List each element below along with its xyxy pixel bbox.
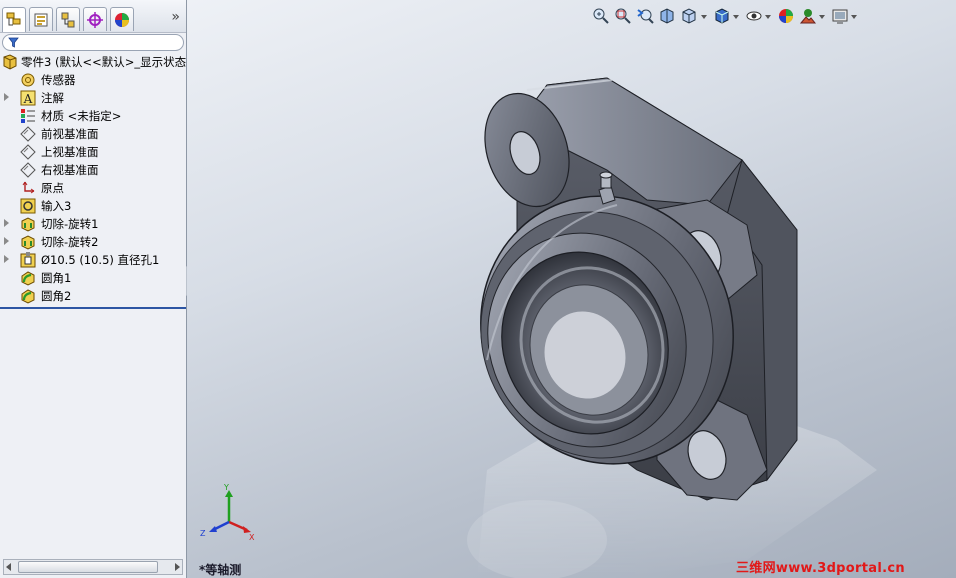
fillet-icon xyxy=(21,289,35,304)
feature-manager-panel: » 零件3 (默认<<默认>_显示状态 传感器 A 注解 材质 <未指定> 前视… xyxy=(0,0,187,578)
feature-manager-tabbar: » xyxy=(0,0,186,33)
display-manager-icon xyxy=(115,12,129,27)
propertymanager-tab[interactable] xyxy=(29,7,53,31)
tree-root-label: 零件3 (默认<<默认>_显示状态 xyxy=(21,55,187,69)
tree-item-label: 切除-旋转1 xyxy=(41,217,99,231)
filter-icon xyxy=(8,37,19,48)
triad-y-label: Y xyxy=(223,483,229,492)
current-view-label: *等轴测 xyxy=(199,563,242,577)
tree-item-label: 右视基准面 xyxy=(41,163,99,177)
tree-item-label: Ø10.5 (10.5) 直径孔1 xyxy=(41,253,160,267)
scroll-right-icon[interactable] xyxy=(175,563,180,571)
fillet-icon xyxy=(21,271,35,286)
dimxpert-tab[interactable] xyxy=(83,7,107,31)
triad-x-label: X xyxy=(249,533,255,542)
tree-item-label: 传感器 xyxy=(41,73,76,87)
plane-icon xyxy=(20,126,36,142)
tree-item-front-plane[interactable]: 前视基准面 xyxy=(0,125,186,143)
imported-body-icon xyxy=(20,198,36,214)
tree-item-cut-revolve-1[interactable]: 切除-旋转1 xyxy=(0,215,186,233)
plane-icon xyxy=(20,162,36,178)
configuration-manager-icon xyxy=(61,12,75,27)
watermark: 三维网www.3dportal.cn xyxy=(736,561,905,576)
tree-item-label: 原点 xyxy=(41,181,64,195)
rollback-bar[interactable] xyxy=(0,307,186,309)
tree-item-label: 输入3 xyxy=(41,199,72,213)
configurationmanager-tab[interactable] xyxy=(56,7,80,31)
more-tabs-button[interactable]: » xyxy=(171,9,180,25)
property-manager-icon xyxy=(34,13,48,26)
tree-item-label: 材质 <未指定> xyxy=(41,109,122,123)
tree-item-label: 前视基准面 xyxy=(41,127,99,141)
tree-item-imported[interactable]: 输入3 xyxy=(0,197,186,215)
expand-arrow-icon[interactable] xyxy=(4,255,9,263)
feature-tree-icon xyxy=(6,12,21,26)
featuremanager-tab[interactable] xyxy=(2,7,26,32)
origin-icon xyxy=(22,181,35,194)
tree-item-top-plane[interactable]: 上视基准面 xyxy=(0,143,186,161)
cut-revolve-icon xyxy=(21,235,35,250)
triad-z-label: Z xyxy=(200,529,206,538)
reference-triad: Y Z X xyxy=(200,483,255,542)
display-manager-tab[interactable] xyxy=(110,7,134,31)
tree-item-annotations[interactable]: A 注解 xyxy=(0,89,186,107)
material-icon xyxy=(21,109,35,123)
expand-arrow-icon[interactable] xyxy=(4,219,9,227)
tree-item-cut-revolve-2[interactable]: 切除-旋转2 xyxy=(0,233,186,251)
annotation-icon: A xyxy=(20,90,36,106)
graphics-area[interactable]: Y Z X *等轴测 三维网www.3dportal.cn xyxy=(187,0,956,578)
tree-item-label: 圆角1 xyxy=(41,271,72,285)
dimxpert-icon xyxy=(87,11,103,28)
hole-wizard-icon xyxy=(20,252,36,268)
tree-item-label: 上视基准面 xyxy=(41,145,99,159)
expand-arrow-icon[interactable] xyxy=(4,237,9,245)
tree-item-material[interactable]: 材质 <未指定> xyxy=(0,107,186,125)
tree-item-sensors[interactable]: 传感器 xyxy=(0,71,186,89)
expand-arrow-icon[interactable] xyxy=(4,93,9,101)
tree-item-hole-wizard[interactable]: Ø10.5 (10.5) 直径孔1 xyxy=(0,251,186,269)
tree-item-label: 切除-旋转2 xyxy=(41,235,99,249)
tree-item-label: 圆角2 xyxy=(41,289,72,303)
model-render[interactable] xyxy=(187,0,956,578)
sensor-icon xyxy=(21,73,35,87)
tree-item-origin[interactable]: 原点 xyxy=(0,179,186,197)
scroll-left-icon[interactable] xyxy=(6,563,11,571)
scroll-thumb[interactable] xyxy=(18,561,158,573)
horizontal-scrollbar[interactable] xyxy=(3,559,183,575)
tree-item-fillet-2[interactable]: 圆角2 xyxy=(0,287,186,305)
tree-root-part[interactable]: 零件3 (默认<<默认>_显示状态 xyxy=(2,53,186,71)
part-icon xyxy=(3,54,17,70)
tree-item-fillet-1[interactable]: 圆角1 xyxy=(0,269,186,287)
feature-filter-input[interactable] xyxy=(2,34,184,51)
tree-item-right-plane[interactable]: 右视基准面 xyxy=(0,161,186,179)
cut-revolve-icon xyxy=(21,217,35,232)
tree-item-label: 注解 xyxy=(41,91,64,105)
plane-icon xyxy=(20,144,36,160)
svg-text:A: A xyxy=(23,92,33,106)
